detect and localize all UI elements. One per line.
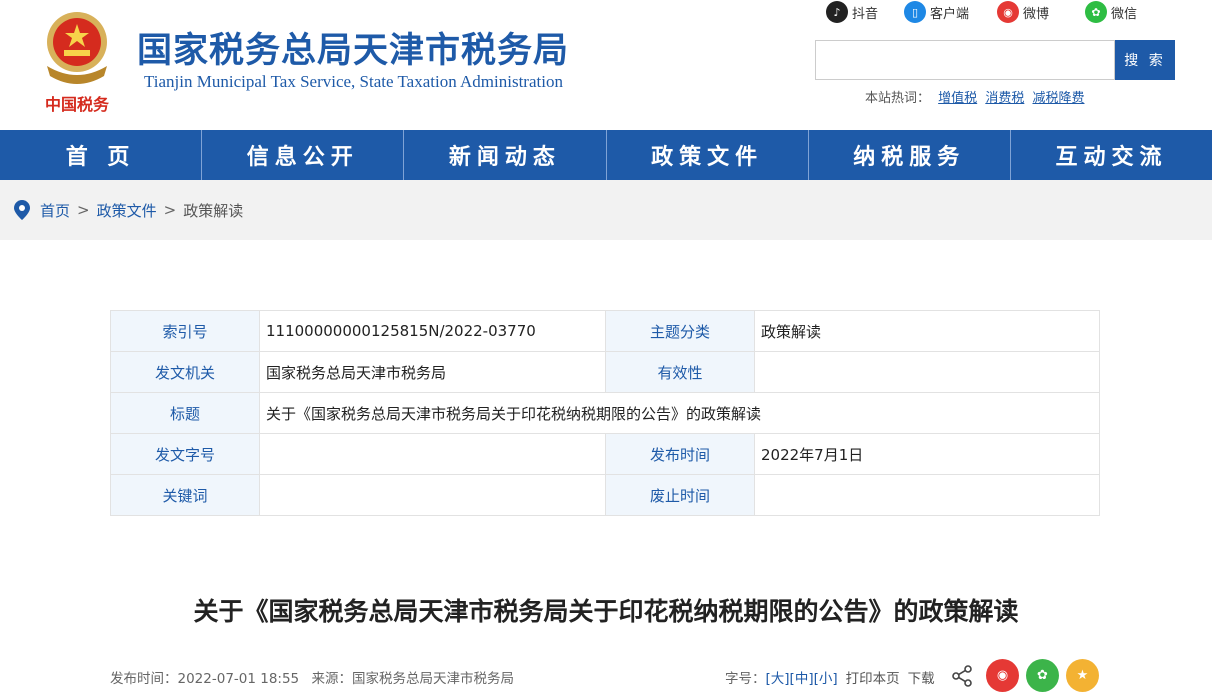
favorite-star-icon[interactable]: ★ bbox=[1066, 659, 1099, 692]
location-pin-icon bbox=[14, 200, 30, 220]
table-row: 发文机关 国家税务总局天津市税务局 有效性 bbox=[110, 351, 1100, 393]
table-row: 标题 关于《国家税务总局天津市税务局关于印花税纳税期限的公告》的政策解读 bbox=[110, 392, 1100, 434]
breadcrumb-current: 政策解读 bbox=[183, 201, 244, 220]
info-value bbox=[754, 351, 1100, 393]
article-meta: 发布时间：2022-07-01 18:55 来源：国家税务总局天津市税务局 bbox=[110, 667, 514, 687]
info-value bbox=[259, 433, 606, 475]
download-button[interactable]: 下载 bbox=[908, 667, 935, 687]
nav-item-home[interactable]: 首 页 bbox=[0, 130, 203, 180]
publish-time: 发布时间：2022-07-01 18:55 bbox=[110, 671, 300, 687]
share-bar: ◉ ✿ ★ bbox=[950, 659, 1106, 692]
table-row: 索引号 11100000000125815N/2022-03770 主题分类 政… bbox=[110, 310, 1100, 352]
emblem-caption: 中国税务 bbox=[45, 95, 110, 114]
article-tools: 字号： [大] [中] [小] 打印本页 下载 bbox=[725, 667, 935, 687]
document-info-table: 索引号 11100000000125815N/2022-03770 主题分类 政… bbox=[110, 310, 1100, 516]
national-emblem-logo[interactable]: 中国税务 bbox=[34, 6, 120, 116]
douyin-label: 抖音 bbox=[852, 6, 879, 22]
font-size-medium-button[interactable]: [中] bbox=[790, 667, 814, 687]
breadcrumb-separator: > bbox=[163, 201, 177, 219]
nav-item-news[interactable]: 新闻动态 bbox=[404, 130, 607, 180]
search-button[interactable]: 搜 索 bbox=[1115, 40, 1175, 80]
breadcrumb-separator: > bbox=[77, 201, 90, 219]
info-value: 11100000000125815N/2022-03770 bbox=[259, 310, 606, 352]
search-input[interactable] bbox=[815, 40, 1115, 80]
info-value bbox=[259, 474, 606, 516]
douyin-icon: ♪ bbox=[826, 1, 848, 23]
site-subtitle: Tianjin Municipal Tax Service, State Tax… bbox=[144, 72, 563, 91]
info-key: 发文字号 bbox=[110, 433, 260, 475]
table-row: 发文字号 发布时间 2022年7月1日 bbox=[110, 433, 1100, 475]
breadcrumb-policy[interactable]: 政策文件 bbox=[97, 200, 157, 221]
info-value: 国家税务总局天津市税务局 bbox=[259, 351, 606, 393]
share-wechat-icon[interactable]: ✿ bbox=[1026, 659, 1059, 692]
info-value: 2022年7月1日 bbox=[754, 433, 1100, 475]
weibo-icon: ◉ bbox=[997, 1, 1019, 23]
print-button[interactable]: 打印本页 bbox=[846, 667, 900, 687]
nav-item-interaction[interactable]: 互动交流 bbox=[1011, 130, 1212, 180]
info-key: 废止时间 bbox=[605, 474, 755, 516]
mobile-app-icon: ▯ bbox=[904, 1, 926, 23]
info-key: 主题分类 bbox=[605, 310, 755, 352]
wechat-label: 微信 bbox=[1111, 6, 1138, 22]
info-key: 有效性 bbox=[605, 351, 755, 393]
font-size-small-button[interactable]: [小] bbox=[814, 667, 838, 687]
hot-word-link[interactable]: 减税降费 bbox=[1032, 91, 1084, 106]
font-size-large-button[interactable]: [大] bbox=[766, 667, 790, 687]
font-size-label: 字号： bbox=[725, 671, 766, 687]
share-weibo-icon[interactable]: ◉ bbox=[986, 659, 1019, 692]
info-value: 关于《国家税务总局天津市税务局关于印花税纳税期限的公告》的政策解读 bbox=[259, 392, 1100, 434]
article-title: 关于《国家税务总局天津市税务局关于印花税纳税期限的公告》的政策解读 bbox=[193, 597, 1019, 626]
hot-word-link[interactable]: 消费税 bbox=[985, 91, 1024, 106]
hot-word-link[interactable]: 增值税 bbox=[938, 91, 977, 106]
site-title: 国家税务总局天津市税务局 bbox=[137, 31, 570, 71]
nav-item-info-disclosure[interactable]: 信息公开 bbox=[202, 130, 405, 180]
info-key: 发文机关 bbox=[110, 351, 260, 393]
wechat-link[interactable]: ✿ 微信 bbox=[1085, 0, 1137, 24]
hot-words-label: 本站热词： bbox=[865, 91, 931, 106]
nav-item-policy[interactable]: 政策文件 bbox=[607, 130, 809, 180]
wechat-icon: ✿ bbox=[1085, 1, 1107, 23]
breadcrumb-home[interactable]: 首页 bbox=[40, 200, 70, 221]
weibo-link[interactable]: ◉ 微博 bbox=[997, 0, 1049, 24]
weibo-label: 微博 bbox=[1023, 6, 1050, 22]
site-header: 中国税务 国家税务总局天津市税务局 Tianjin Municipal Tax … bbox=[0, 0, 1212, 130]
article-source: 来源：国家税务总局天津市税务局 bbox=[311, 671, 514, 687]
mobile-app-label: 客户端 bbox=[930, 6, 970, 22]
table-row: 关键词 废止时间 bbox=[110, 474, 1100, 516]
mobile-app-link[interactable]: ▯ 客户端 bbox=[904, 0, 969, 24]
douyin-link[interactable]: ♪ 抖音 bbox=[826, 0, 878, 24]
info-key: 索引号 bbox=[110, 310, 260, 352]
info-key: 发布时间 bbox=[605, 433, 755, 475]
info-value: 政策解读 bbox=[754, 310, 1100, 352]
info-key: 关键词 bbox=[110, 474, 260, 516]
share-icon[interactable] bbox=[950, 664, 974, 688]
info-value bbox=[754, 474, 1100, 516]
breadcrumb: 首页 > 政策文件 > 政策解读 bbox=[0, 180, 1212, 240]
main-nav: 首 页 信息公开 新闻动态 政策文件 纳税服务 互动交流 bbox=[0, 130, 1212, 180]
info-key: 标题 bbox=[110, 392, 260, 434]
hot-words: 本站热词： 增值税 消费税 减税降费 bbox=[865, 87, 1084, 106]
nav-item-tax-service[interactable]: 纳税服务 bbox=[809, 130, 1011, 180]
